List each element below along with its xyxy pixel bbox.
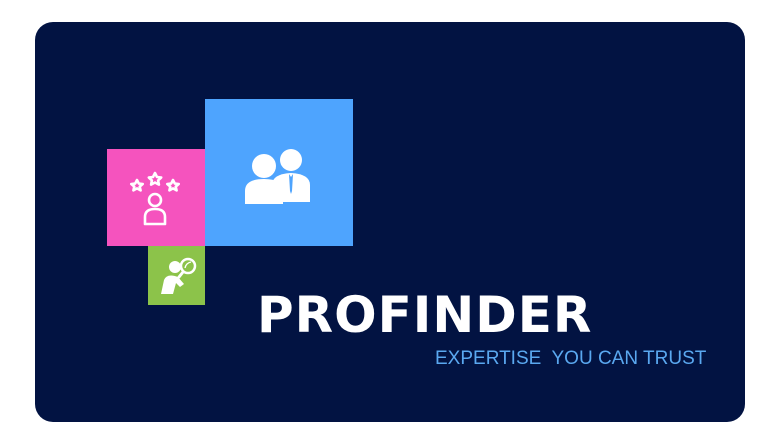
search-person-tile [148, 246, 205, 305]
brand-tagline: EXPERTISE YOU CAN TRUST [435, 348, 707, 369]
rated-expert-tile [107, 149, 205, 246]
rated-expert-icon [129, 171, 180, 226]
logo-card: PROFINDER EXPERTISE YOU CAN TRUST [35, 22, 745, 422]
professionals-icon [245, 149, 310, 204]
brand-name: PROFINDER [257, 286, 593, 344]
search-person-icon [161, 257, 197, 294]
professionals-tile [205, 99, 353, 246]
